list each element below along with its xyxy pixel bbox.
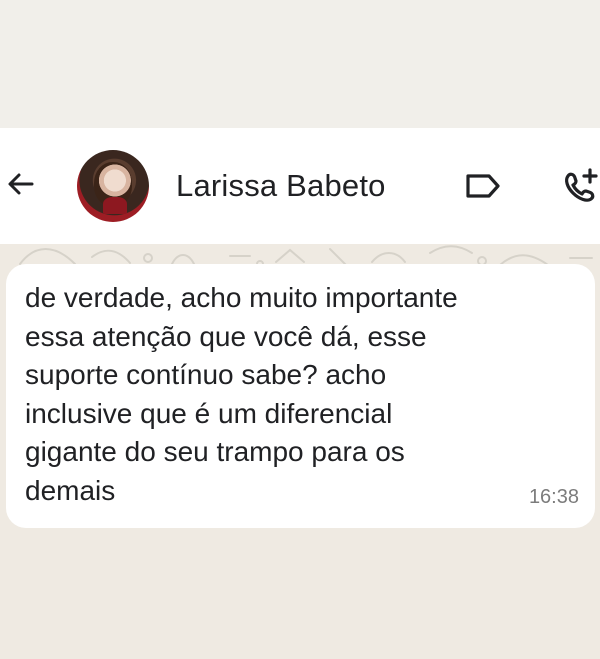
incoming-message-bubble[interactable]: de verdade, acho muito importante essa a… <box>6 264 595 528</box>
chat-area: de verdade, acho muito importante essa a… <box>0 244 600 659</box>
label-icon <box>466 174 500 198</box>
top-blank-area <box>0 0 600 128</box>
add-call-button[interactable] <box>560 166 600 206</box>
arrow-left-icon <box>8 173 34 195</box>
contact-name[interactable]: Larissa Babeto <box>176 168 386 204</box>
add-call-icon <box>565 168 598 202</box>
message-time: 16:38 <box>528 486 579 508</box>
message-text: de verdade, acho muito importante essa a… <box>25 282 458 506</box>
label-button[interactable] <box>464 172 504 200</box>
chat-header: Larissa Babeto <box>0 128 600 244</box>
avatar[interactable] <box>77 150 149 222</box>
back-button[interactable] <box>0 162 40 206</box>
